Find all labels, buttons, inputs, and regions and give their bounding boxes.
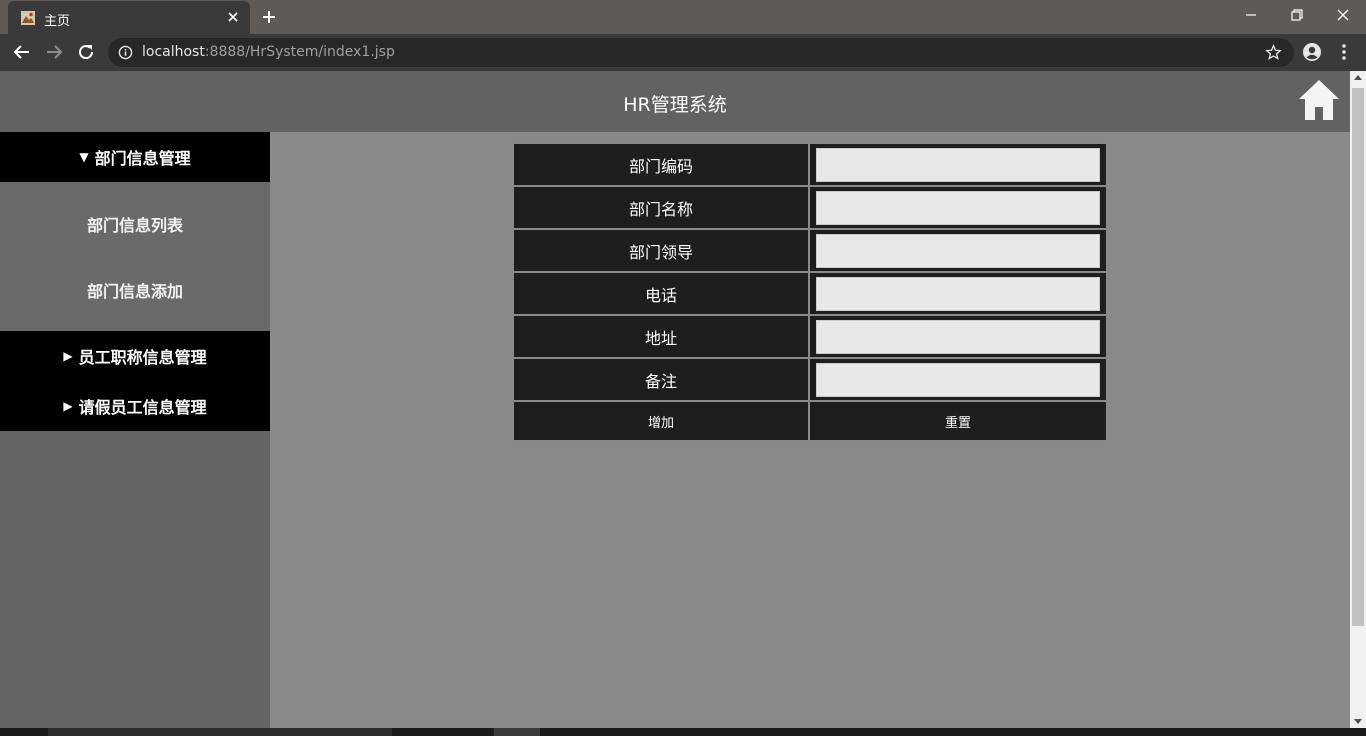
tab-title: 主页 [44,14,71,29]
info-icon[interactable] [118,45,133,60]
form-actions-row: 增加 重置 [512,400,1108,442]
field-cell [808,185,1108,230]
collapsed-arrow-icon: ▶ [63,399,73,413]
plus-icon[interactable] [260,8,278,26]
url-path: :8888/HrSystem/index1.jsp [204,44,395,60]
sidebar-item-dept-add[interactable]: 部门信息添加 [0,257,270,323]
form-row: 电话 [512,271,1108,316]
remark-input[interactable] [816,362,1100,397]
scroll-thumb[interactable] [1352,88,1364,626]
expanded-arrow-icon: ▼ [79,150,89,164]
reset-button[interactable]: 重置 [945,412,971,431]
dept-add-form: 部门编码 部门名称 部门领导 电话 地址 备注 增加 重置 [512,142,1108,442]
star-icon[interactable] [1265,44,1282,61]
main-content: 部门编码 部门名称 部门领导 电话 地址 备注 增加 重置 [270,132,1350,728]
field-cell [808,357,1108,402]
account-icon[interactable] [1302,42,1322,62]
menu-icon[interactable] [1336,42,1352,62]
field-label: 电话 [512,271,810,316]
back-icon[interactable] [12,42,32,62]
sidebar-group-label: 请假员工信息管理 [78,398,207,417]
field-cell [808,142,1108,187]
field-cell [808,314,1108,359]
browser-tab[interactable]: 主页 [8,1,250,34]
field-label: 部门名称 [512,185,810,230]
sidebar-group-title[interactable]: ▶ 员工职称信息管理 [0,331,270,381]
sidebar-submenu: 部门信息列表 部门信息添加 [0,182,270,331]
field-label: 部门领导 [512,228,810,273]
url-host: localhost [142,44,205,60]
sidebar-collapsed-groups: ▶ 员工职称信息管理 ▶ 请假员工信息管理 [0,331,270,431]
scroll-up-arrow-icon[interactable] [1354,75,1362,80]
dept-leader-input[interactable] [816,233,1100,268]
field-label: 地址 [512,314,810,359]
forward-icon[interactable] [44,42,64,62]
browser-tab-bar: 主页 [0,0,1366,34]
favicon-icon [21,11,35,25]
sidebar: ▼ 部门信息管理 部门信息列表 部门信息添加 ▶ 员工职称信息管理 ▶ 请假员工… [0,132,270,728]
submit-cell: 增加 [512,400,810,442]
phone-input[interactable] [816,276,1100,311]
taskbar-app[interactable] [494,728,540,736]
form-row: 部门名称 [512,185,1108,230]
page-title: HR管理系统 [623,94,727,116]
scroll-down-arrow-icon[interactable] [1354,719,1362,724]
field-label: 部门编码 [512,142,810,187]
page-scrollbar[interactable] [1350,71,1366,728]
field-label: 备注 [512,357,810,402]
field-cell [808,271,1108,316]
form-row: 部门编码 [512,142,1108,187]
address-input[interactable] [816,319,1100,354]
collapsed-arrow-icon: ▶ [63,349,73,363]
minimize-icon[interactable] [1240,4,1262,26]
sidebar-group-dept[interactable]: ▼ 部门信息管理 [0,132,270,182]
sidebar-group-label: 部门信息管理 [94,149,191,168]
browser-toolbar: localhost:8888/HrSystem/index1.jsp [0,34,1366,71]
dept-code-input[interactable] [816,147,1100,182]
taskbar-search[interactable] [48,728,392,736]
page-header: HR管理系统 [0,71,1350,132]
field-cell [808,228,1108,273]
dept-name-input[interactable] [816,190,1100,225]
window-close-icon[interactable] [1332,4,1354,26]
url-text[interactable]: localhost:8888/HrSystem/index1.jsp [142,44,395,60]
close-icon[interactable] [225,9,241,25]
os-taskbar [0,728,1366,736]
restore-icon[interactable] [1286,4,1308,26]
address-bar[interactable]: localhost:8888/HrSystem/index1.jsp [108,38,1294,67]
add-button[interactable]: 增加 [648,412,674,431]
sidebar-group-leave[interactable]: ▶ 请假员工信息管理 [0,381,270,431]
reset-cell: 重置 [808,400,1108,442]
sidebar-item-dept-list[interactable]: 部门信息列表 [0,191,270,257]
home-icon[interactable] [1296,77,1342,123]
reload-icon[interactable] [76,42,96,62]
form-row: 备注 [512,357,1108,402]
sidebar-group-label: 员工职称信息管理 [78,348,207,367]
form-row: 部门领导 [512,228,1108,273]
form-row: 地址 [512,314,1108,359]
